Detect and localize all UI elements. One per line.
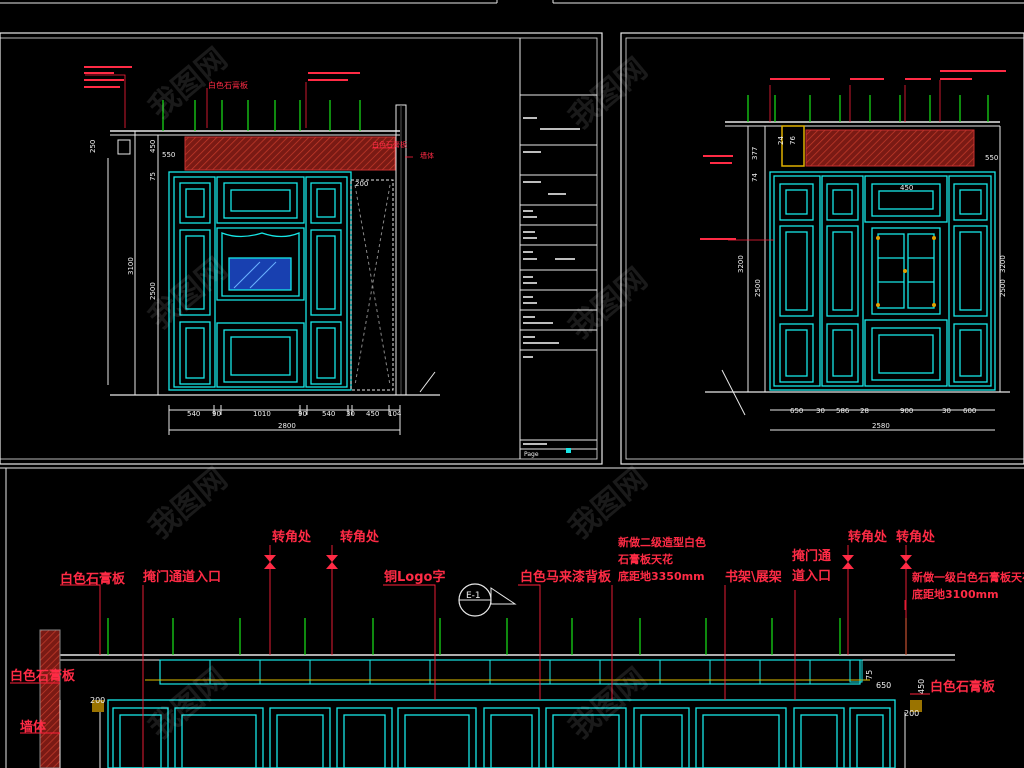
dim-tl-v2: 450 <box>149 140 157 153</box>
page-label: Page <box>524 451 539 458</box>
dim-tl-3: 1010 <box>253 410 271 418</box>
dim-tr-t3: 450 <box>900 184 913 192</box>
section-mark-label: E-1 <box>466 591 481 601</box>
dim-tr-t4: 550 <box>985 154 998 162</box>
label-corner-4: 转角处 <box>896 529 936 545</box>
dim-tl-4: 90 <box>298 410 307 418</box>
section-mark: E-1 <box>458 583 517 617</box>
label-white-gypsum: 白色石膏板 <box>60 571 126 587</box>
label-tl-gypsum-2: 白色石膏板 <box>372 140 407 149</box>
label-marble-back: 白色马来漆背板 <box>520 569 612 585</box>
label-passage-2a: 掩门通 <box>792 548 831 564</box>
watermark-6: 我图网 <box>563 461 654 546</box>
dim-tr-1: 650 <box>790 407 803 415</box>
dim-tr-total: 2580 <box>872 422 890 430</box>
elevation-top-left: 540 90 1010 90 540 30 450 104 2800 250 4… <box>84 66 440 435</box>
dim-tl-v1: 250 <box>89 140 97 153</box>
label-new-ceiling-1: 新做二级造型白色 <box>618 535 706 549</box>
tv-screen <box>228 257 292 291</box>
soffit-hatch-right <box>805 129 975 167</box>
label-copper-logo: 铜Logo字 <box>383 569 445 585</box>
dim-tr-v4: 2500 <box>754 279 762 297</box>
label-wall: 墙体 <box>20 719 47 735</box>
dim-tr-5: 900 <box>900 407 913 415</box>
dim-tl-8: 104 <box>388 410 402 418</box>
dim-tr-6: 30 <box>942 407 951 415</box>
label-bookshelf: 书架\展架 <box>725 569 782 585</box>
dim-tr-t2: 76 <box>789 136 797 145</box>
dim-tl-2: 90 <box>212 410 221 418</box>
label-new-level-1: 新做一级白色石膏板天花 <box>912 570 1024 584</box>
label-white-gypsum-left: 白色石膏板 <box>10 668 76 684</box>
label-passage-entrance: 掩门通道入口 <box>143 569 221 585</box>
dim-b-5: 450 <box>917 679 926 694</box>
dim-tr-v2: 74 <box>751 173 759 182</box>
dim-b-4: 75 <box>865 670 874 680</box>
label-corner-3: 转角处 <box>848 529 888 545</box>
dim-b-3: 200 <box>904 709 919 718</box>
dim-tl-v4: 3100 <box>127 257 135 275</box>
dim-tl-1: 540 <box>187 410 200 418</box>
watermark-7: 我图网 <box>143 661 234 746</box>
dim-tl-5: 540 <box>322 410 335 418</box>
dim-tr-3: 586 <box>836 407 850 415</box>
cad-drawing-canvas: Page 540 90 1010 90 540 30 450 104 2800 … <box>0 0 1024 768</box>
watermark-2: 我图网 <box>563 51 654 136</box>
dim-tl-s2: 200 <box>355 180 368 188</box>
dim-tr-4: 28 <box>860 407 869 415</box>
watermark-4: 我图网 <box>563 261 654 346</box>
label-corner-1: 转角处 <box>272 529 312 545</box>
label-new-ceiling-2: 石膏板天花 <box>617 552 673 566</box>
label-new-level-2: 底距地3100mm <box>912 587 999 601</box>
watermark-5: 我图网 <box>143 461 234 546</box>
dim-b-2: 650 <box>876 681 891 690</box>
dim-tr-2: 30 <box>816 407 825 415</box>
dim-tr-7: 600 <box>963 407 976 415</box>
dim-tl-s1: 550 <box>162 151 175 159</box>
label-new-ceiling-3: 底距地3350mm <box>618 569 705 583</box>
elevation-top-right: 650 30 586 28 900 30 600 2580 377 74 320… <box>700 70 1010 431</box>
label-passage-2b: 道入口 <box>792 568 831 584</box>
dim-tl-v3: 75 <box>149 172 157 181</box>
label-white-gypsum-right: 白色石膏板 <box>930 679 996 695</box>
dim-tr-v5: 3200 <box>999 255 1007 273</box>
dim-tr-t1: 24 <box>777 136 785 145</box>
dim-tr-v3: 3200 <box>737 255 745 273</box>
soffit-hatch <box>184 136 396 171</box>
dim-tl-total: 2800 <box>278 422 296 430</box>
label-tl-wall: 墙体 <box>420 151 434 160</box>
dim-b-1: 200 <box>90 696 105 705</box>
dim-tl-7: 450 <box>366 410 379 418</box>
label-corner-2: 转角处 <box>340 529 380 545</box>
dim-tr-v6: 2500 <box>999 279 1007 297</box>
dim-tl-6: 30 <box>346 410 355 418</box>
dim-tr-v1: 377 <box>751 147 759 160</box>
